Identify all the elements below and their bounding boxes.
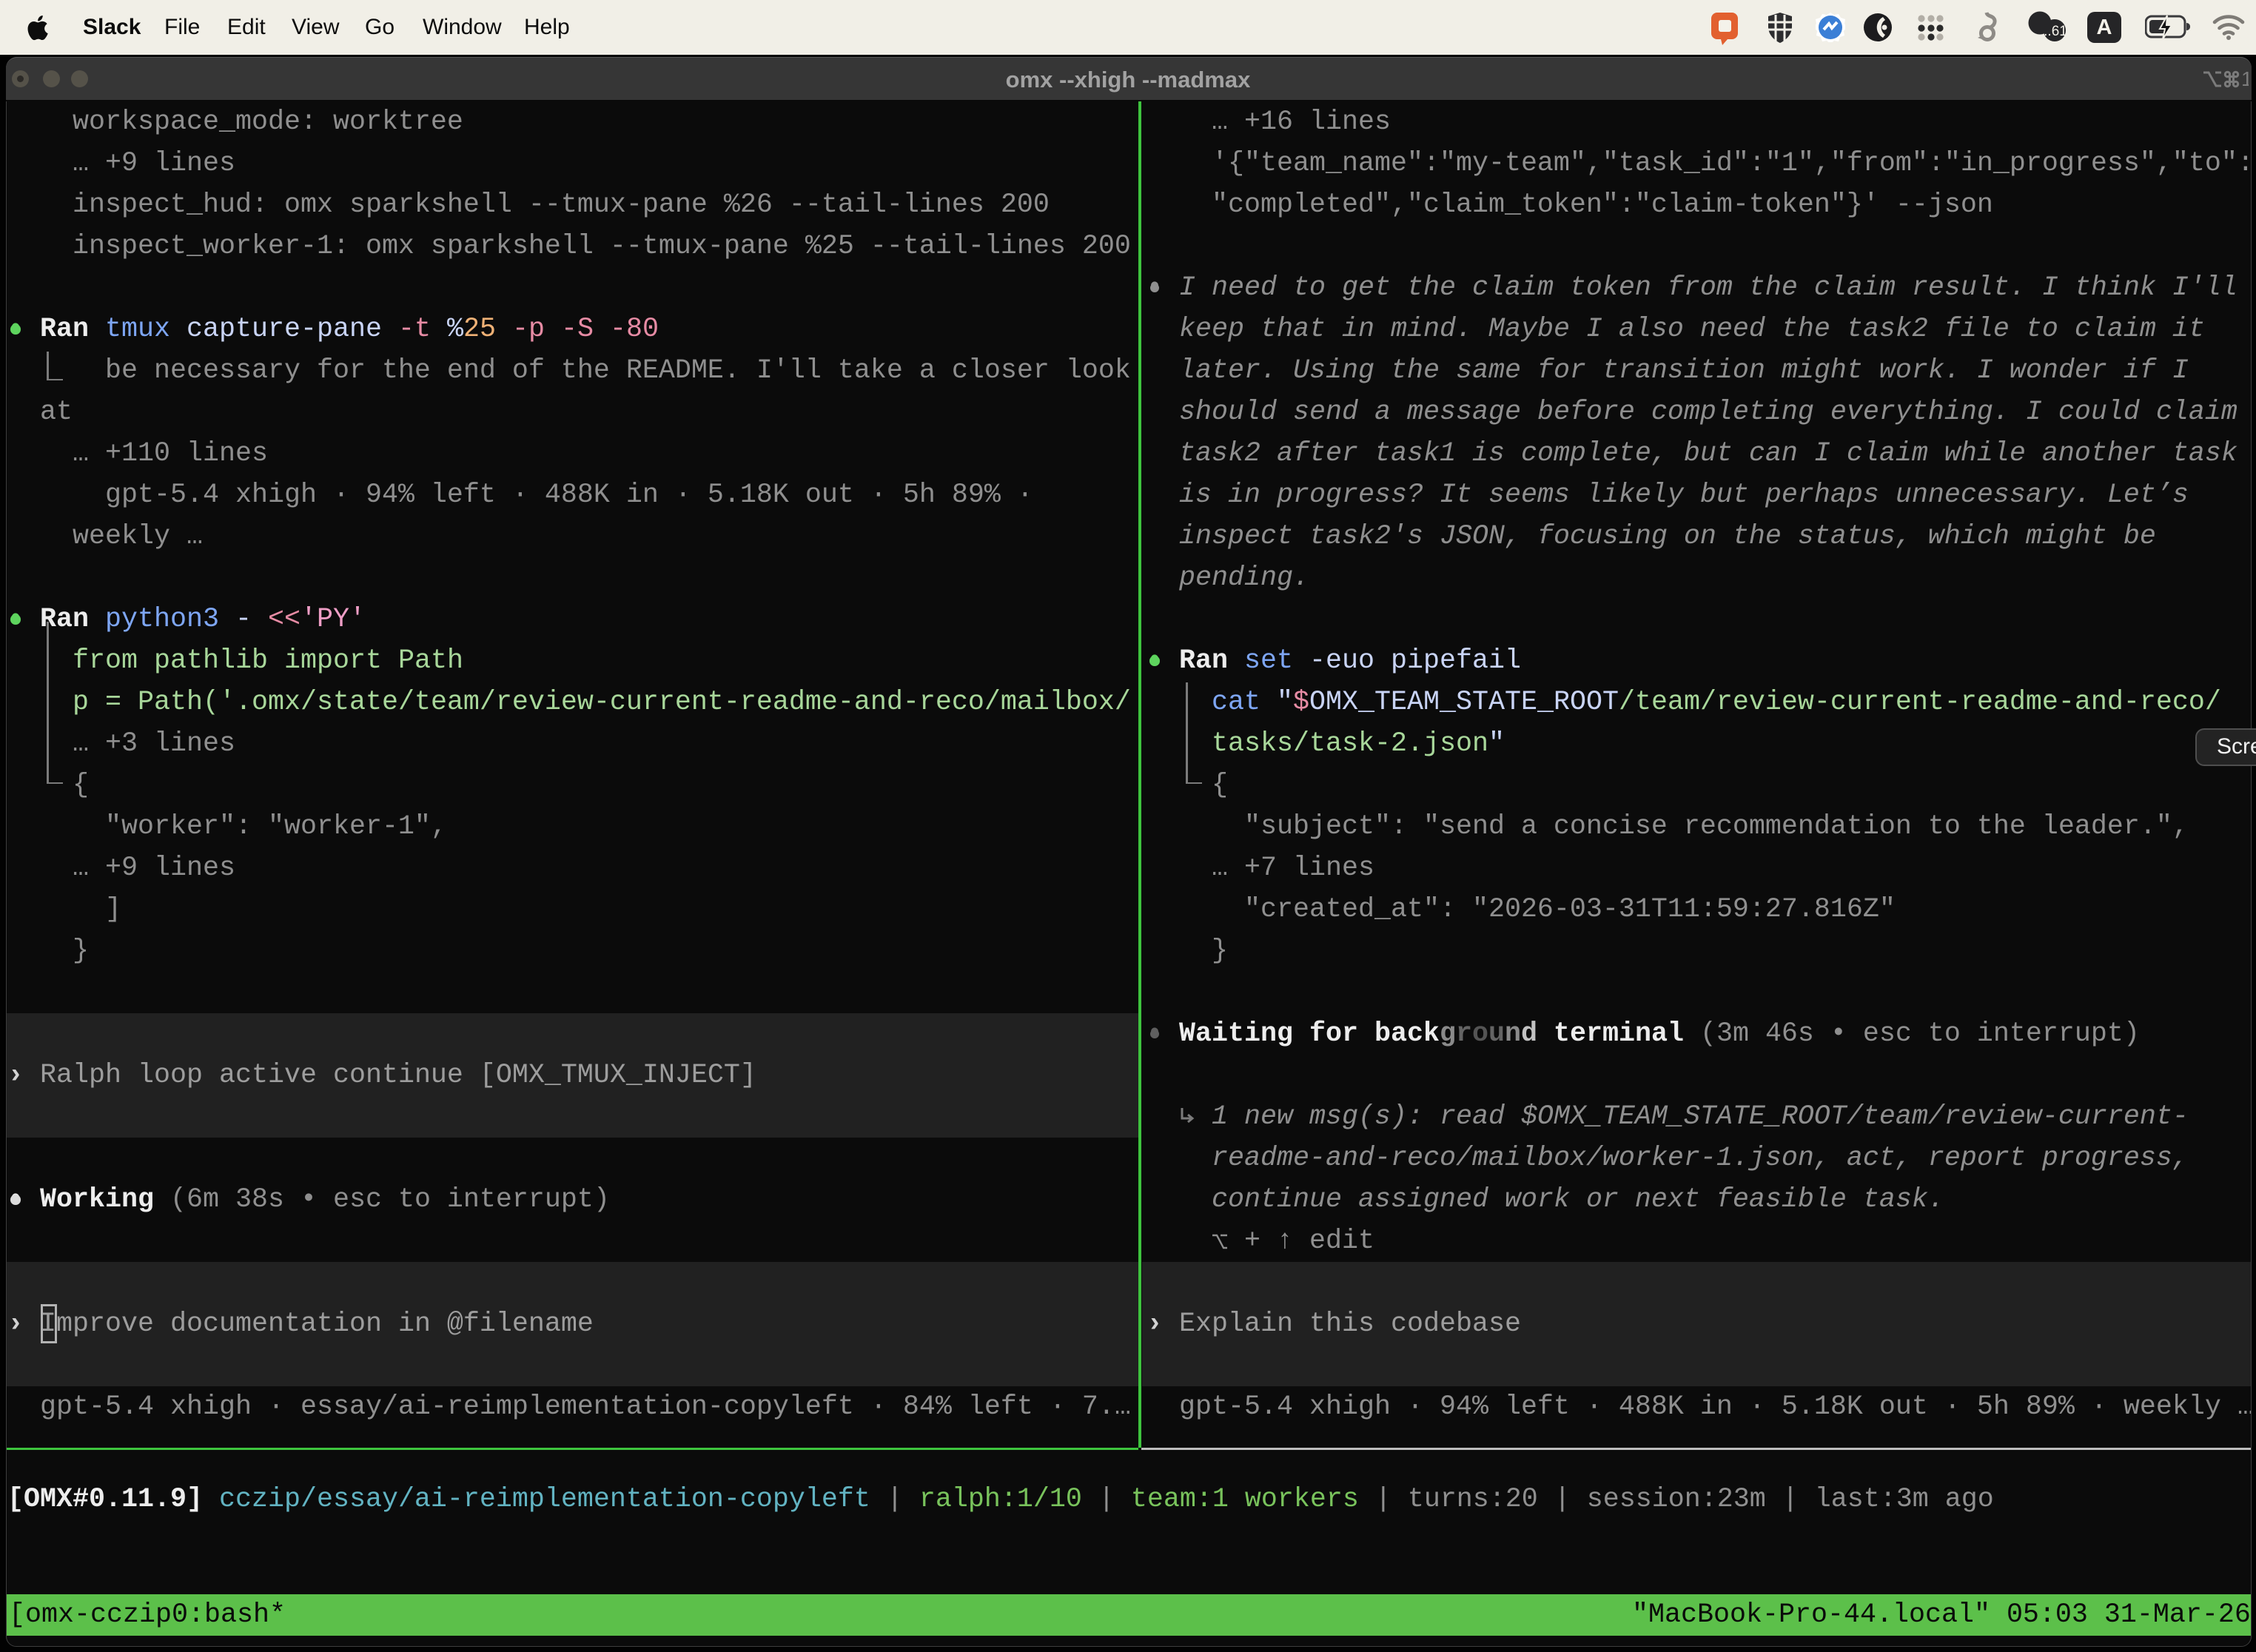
svg-text:1: 1 [2241,67,2249,90]
svg-text:..61: ..61 [2044,24,2067,39]
